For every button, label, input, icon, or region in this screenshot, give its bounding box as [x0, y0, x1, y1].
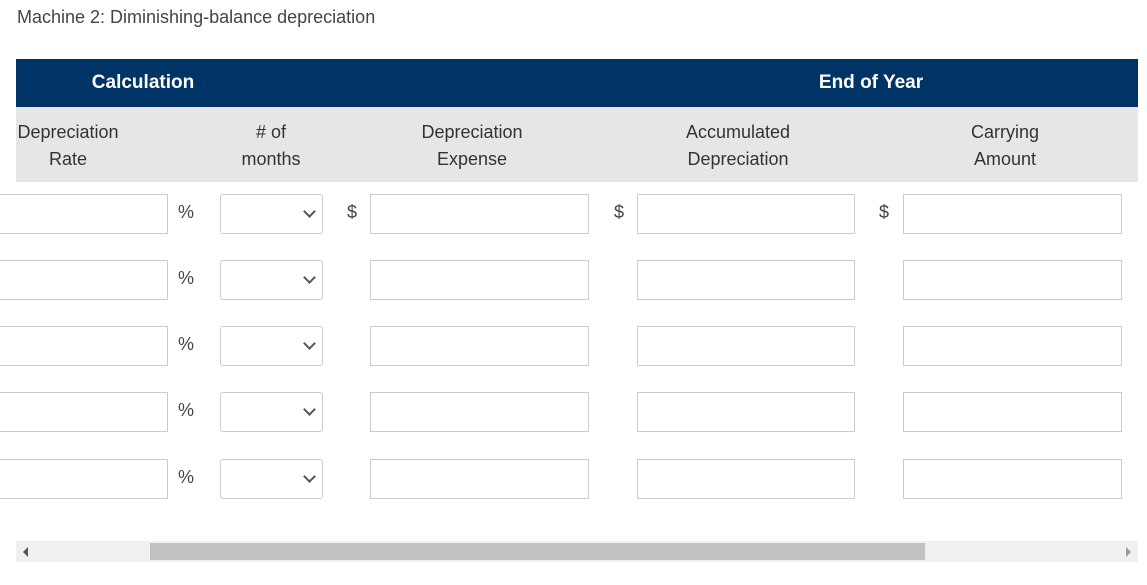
carrying-amount-input[interactable]: [903, 392, 1122, 432]
group-header-band: Calculation End of Year: [16, 59, 1138, 107]
percent-sign: %: [178, 400, 195, 420]
months-select[interactable]: [220, 260, 323, 300]
percent-sign: %: [178, 202, 195, 222]
percent-sign: %: [178, 467, 195, 487]
column-header-row: Depreciation Rate # of months Depreciation…: [16, 107, 1138, 182]
depreciation-expense-input[interactable]: [370, 392, 589, 432]
chevron-down-icon: [303, 205, 316, 218]
depreciation-rate-input[interactable]: [0, 392, 168, 432]
column-header-carrying-amount: Carrying Amount: [970, 122, 1040, 169]
depreciation-expense-input[interactable]: [370, 194, 589, 234]
column-header-depreciation-expense: Depreciation Expense: [421, 122, 523, 169]
depreciation-expense-input[interactable]: [370, 459, 589, 499]
table-row: %: [0, 326, 1147, 368]
carrying-amount-input[interactable]: [903, 459, 1122, 499]
accumulated-depreciation-input[interactable]: [637, 260, 855, 300]
column-header-months: # of months: [241, 122, 301, 169]
table-row: %: [0, 459, 1147, 501]
group-header-end-of-year: End of Year: [818, 72, 924, 93]
months-select[interactable]: [220, 326, 323, 366]
months-select[interactable]: [220, 194, 323, 234]
depreciation-rate-input[interactable]: [0, 194, 168, 234]
depreciation-rate-input[interactable]: [0, 326, 168, 366]
months-select[interactable]: [220, 392, 323, 432]
depreciation-expense-input[interactable]: [370, 326, 589, 366]
group-header-calculation: Calculation: [91, 72, 195, 93]
depreciation-rate-input[interactable]: [0, 260, 168, 300]
scroll-left-arrow-icon[interactable]: [23, 547, 28, 557]
chevron-down-icon: [303, 403, 316, 416]
accumulated-depreciation-input[interactable]: [637, 459, 855, 499]
months-select[interactable]: [220, 459, 323, 499]
column-header-accumulated-depreciation: Accumulated Depreciation: [685, 122, 791, 169]
table-row: %: [0, 392, 1147, 434]
percent-sign: %: [178, 268, 195, 288]
percent-sign: %: [178, 334, 195, 354]
dollar-sign: $: [614, 202, 625, 222]
accumulated-depreciation-input[interactable]: [637, 392, 855, 432]
table-row: %: [0, 260, 1147, 302]
table-row: % $ $ $: [0, 194, 1147, 236]
depreciation-expense-input[interactable]: [370, 260, 589, 300]
chevron-down-icon: [303, 271, 316, 284]
accumulated-depreciation-input[interactable]: [637, 326, 855, 366]
horizontal-scrollbar[interactable]: [16, 541, 1138, 562]
chevron-down-icon: [303, 470, 316, 483]
carrying-amount-input[interactable]: [903, 326, 1122, 366]
carrying-amount-input[interactable]: [903, 260, 1122, 300]
accumulated-depreciation-input[interactable]: [637, 194, 855, 234]
column-header-depreciation-rate: Depreciation Rate: [17, 122, 119, 169]
chevron-down-icon: [303, 337, 316, 350]
carrying-amount-input[interactable]: [903, 194, 1122, 234]
scroll-right-arrow-icon[interactable]: [1126, 547, 1131, 557]
dollar-sign: $: [347, 202, 358, 222]
section-title: Machine 2: Diminishing-balance depreciat…: [17, 7, 376, 27]
scrollbar-thumb[interactable]: [150, 543, 925, 560]
depreciation-rate-input[interactable]: [0, 459, 168, 499]
dollar-sign: $: [879, 202, 890, 222]
